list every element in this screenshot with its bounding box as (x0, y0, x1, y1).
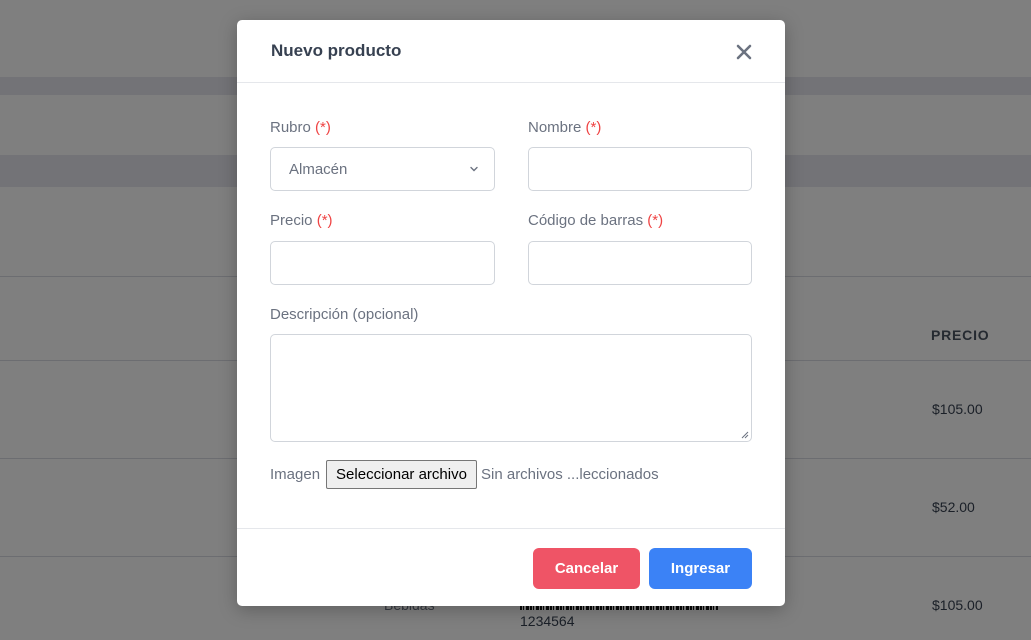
rubro-select-value: Almacén (289, 161, 348, 178)
descripcion-textarea[interactable] (270, 334, 752, 442)
rubro-label-text: Rubro (270, 119, 311, 136)
rubro-select[interactable]: Almacén (270, 147, 495, 191)
codigo-label-text: Código de barras (528, 212, 644, 229)
barcode-input[interactable] (528, 241, 752, 285)
file-status-text: Sin archivos ...leccionados (481, 466, 659, 483)
required-mark: (*) (585, 119, 602, 136)
required-mark: (*) (316, 212, 333, 229)
close-button[interactable] (732, 40, 756, 64)
imagen-label: Imagen (270, 466, 321, 483)
modal-title: Nuevo producto (271, 41, 402, 60)
descripcion-label: Descripción (opcional) (270, 306, 419, 323)
nombre-label: Nombre (*) (528, 119, 601, 136)
rubro-label: Rubro (*) (270, 119, 331, 136)
cancel-button[interactable]: Cancelar (533, 548, 640, 589)
codigo-label: Código de barras (*) (528, 212, 663, 229)
precio-label-text: Precio (270, 212, 313, 229)
modal-footer-divider (237, 528, 785, 529)
close-icon (736, 44, 752, 60)
nombre-input[interactable] (528, 147, 752, 191)
nombre-label-text: Nombre (528, 119, 582, 136)
required-mark: (*) (647, 212, 664, 229)
resize-grip-icon[interactable] (741, 431, 749, 439)
choose-file-button[interactable]: Seleccionar archivo (326, 460, 477, 489)
modal-header: Nuevo producto (237, 20, 785, 83)
required-mark: (*) (315, 119, 331, 136)
precio-label: Precio (*) (270, 212, 333, 229)
chevron-down-icon (470, 166, 478, 172)
submit-button[interactable]: Ingresar (649, 548, 752, 589)
precio-input[interactable] (270, 241, 495, 285)
new-product-modal: Nuevo producto Rubro (*) Almacén Nombre … (237, 20, 785, 606)
